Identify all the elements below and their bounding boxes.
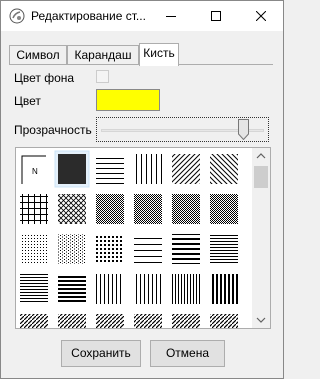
pattern-cell-horizontal-dense[interactable] (210, 234, 238, 264)
pattern-cell-diagcross[interactable] (58, 194, 86, 224)
none-pattern-glyph: N (32, 167, 38, 176)
save-button[interactable]: Сохранить (61, 340, 141, 367)
maximize-icon (210, 11, 221, 21)
close-button[interactable] (238, 1, 283, 31)
scroll-down-icon[interactable] (256, 316, 266, 324)
pattern-cell-bdiag[interactable] (210, 154, 238, 184)
scroll-up-icon[interactable] (256, 152, 266, 160)
pattern-cell-horizontal-wide[interactable] (134, 234, 162, 264)
transparency-label: Прозрачность (14, 123, 92, 137)
style-editor-window: Редактирование ст... Символ Карандаш Кис… (0, 0, 284, 379)
maximize-button[interactable] (193, 1, 238, 31)
slider-thumb[interactable] (238, 119, 249, 140)
tab-symbol[interactable]: Символ (9, 45, 67, 65)
background-color-label: Цвет фона (14, 71, 75, 85)
tab-pencil[interactable]: Карандаш (67, 45, 139, 65)
pattern-cell-dots-coarse[interactable] (96, 234, 124, 264)
color-label: Цвет (14, 94, 41, 108)
pattern-cell-dense-dots[interactable] (96, 194, 124, 224)
pattern-cell-dense-dots[interactable] (210, 194, 238, 224)
tab-brush[interactable]: Кисть (139, 43, 179, 66)
pattern-grid: N (20, 150, 238, 329)
color-swatch[interactable] (96, 89, 160, 111)
pattern-cell-vertical-fine[interactable] (134, 274, 162, 304)
close-icon (255, 11, 266, 21)
pattern-cell-solid[interactable] (54, 150, 90, 188)
pattern-cell-diag-short[interactable] (134, 314, 162, 329)
pattern-cell-dense-dots[interactable] (172, 194, 200, 224)
pattern-cell-vertical[interactable] (134, 154, 162, 184)
minimize-button[interactable] (148, 1, 193, 31)
pattern-cell-vertical-bold[interactable] (210, 274, 238, 304)
pattern-cell-cross[interactable] (20, 194, 48, 224)
pattern-cell-vertical-medium[interactable] (172, 274, 200, 304)
pattern-cell-diag-short[interactable] (210, 314, 238, 329)
pattern-list[interactable]: N (15, 147, 271, 329)
pattern-cell-diag-short[interactable] (20, 314, 48, 329)
pattern-cell-diag-short[interactable] (58, 314, 86, 329)
pattern-cell-diag-short[interactable] (172, 314, 200, 329)
pattern-cell-horizontal-bold[interactable] (172, 234, 200, 264)
background-color-checkbox[interactable] (96, 70, 109, 83)
title-bar[interactable]: Редактирование ст... (1, 1, 283, 31)
pattern-cell-horizontal-narrow[interactable] (58, 274, 86, 304)
window-title: Редактирование ст... (31, 9, 146, 23)
pattern-cell-vertical-fine[interactable] (96, 274, 124, 304)
pattern-cell-horizontal-dense[interactable] (20, 274, 48, 304)
pattern-cell-dense-dots[interactable] (134, 194, 162, 224)
pattern-cell-dots-fine[interactable] (20, 234, 48, 264)
cancel-button[interactable]: Отмена (150, 340, 225, 367)
pattern-cell-horizontal[interactable] (96, 154, 124, 184)
scrollbar-thumb[interactable] (254, 166, 268, 188)
pattern-cell-fdiag[interactable] (172, 154, 200, 184)
palette-icon (9, 8, 25, 24)
minimize-icon (165, 16, 176, 17)
pattern-cell-dots-medium[interactable] (58, 234, 86, 264)
pattern-cell-none[interactable]: N (21, 155, 46, 184)
pattern-cell-diag-short[interactable] (96, 314, 124, 329)
